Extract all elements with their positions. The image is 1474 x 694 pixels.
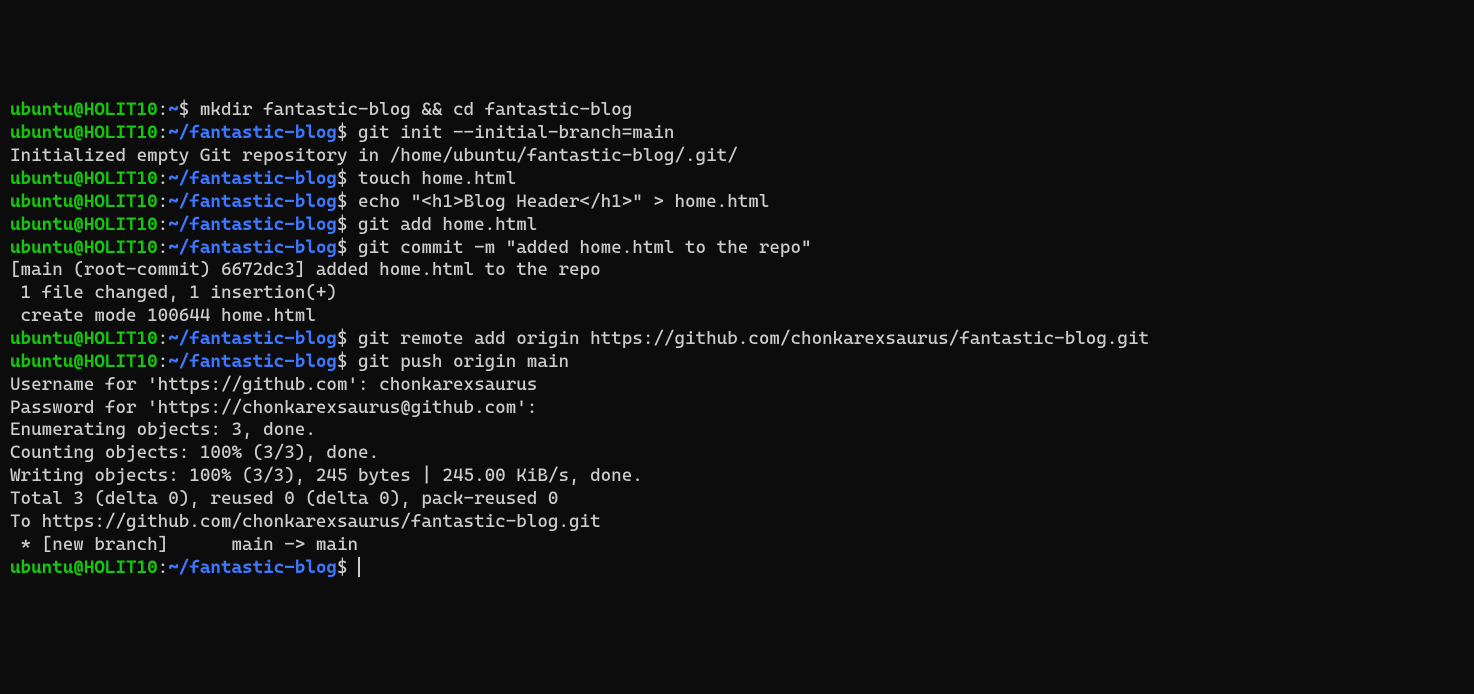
terminal-line: ubuntu@HOLIT10:~/fantastic-blog$ touch h… [10, 168, 1464, 191]
output-line: Initialized empty Git repository in /hom… [10, 145, 1464, 168]
prompt-path: ~/fantastic-blog [168, 328, 337, 349]
prompt-at: @ [73, 557, 84, 578]
command-text: git commit -m "added home.html to the re… [348, 237, 812, 258]
prompt-dollar: $ [179, 99, 190, 120]
prompt-dollar: $ [337, 557, 348, 578]
prompt-path: ~/fantastic-blog [168, 237, 337, 258]
output-line: Writing objects: 100% (3/3), 245 bytes |… [10, 465, 1464, 488]
output-line: Password for 'https://chonkarexsaurus@gi… [10, 397, 1464, 420]
prompt-path: ~/fantastic-blog [168, 168, 337, 189]
prompt-colon: : [158, 191, 169, 212]
prompt-colon: : [158, 168, 169, 189]
prompt-path: ~/fantastic-blog [168, 191, 337, 212]
prompt-path: ~ [168, 99, 179, 120]
prompt-colon: : [158, 214, 169, 235]
prompt-host: HOLIT10 [84, 351, 158, 372]
prompt-host: HOLIT10 [84, 99, 158, 120]
command-text: git push origin main [348, 351, 569, 372]
prompt-at: @ [73, 351, 84, 372]
command-text: git remote add origin https://github.com… [348, 328, 1150, 349]
prompt-host: HOLIT10 [84, 328, 158, 349]
output-line: [main (root-commit) 6672dc3] added home.… [10, 259, 1464, 282]
prompt-colon: : [158, 351, 169, 372]
prompt-colon: : [158, 557, 169, 578]
terminal-line: ubuntu@HOLIT10:~/fantastic-blog$ git rem… [10, 328, 1464, 351]
prompt-dollar: $ [337, 237, 348, 258]
command-text: git init --initial-branch=main [348, 122, 675, 143]
output-line: Counting objects: 100% (3/3), done. [10, 442, 1464, 465]
prompt-user: ubuntu [10, 168, 73, 189]
prompt-host: HOLIT10 [84, 191, 158, 212]
command-text: echo "<h1>Blog Header</h1>" > home.html [348, 191, 770, 212]
prompt-at: @ [73, 122, 84, 143]
prompt-user: ubuntu [10, 214, 73, 235]
cursor-icon [358, 557, 360, 577]
prompt-host: HOLIT10 [84, 557, 158, 578]
prompt-user: ubuntu [10, 557, 73, 578]
prompt-user: ubuntu [10, 191, 73, 212]
terminal-line: ubuntu@HOLIT10:~/fantastic-blog$ git com… [10, 237, 1464, 260]
prompt-dollar: $ [337, 122, 348, 143]
command-text: touch home.html [348, 168, 517, 189]
output-line: Username for 'https://github.com': chonk… [10, 374, 1464, 397]
prompt-path: ~/fantastic-blog [168, 214, 337, 235]
prompt-at: @ [73, 191, 84, 212]
output-line: create mode 100644 home.html [10, 305, 1464, 328]
prompt-user: ubuntu [10, 237, 73, 258]
prompt-colon: : [158, 99, 169, 120]
output-line: Total 3 (delta 0), reused 0 (delta 0), p… [10, 488, 1464, 511]
prompt-dollar: $ [337, 168, 348, 189]
prompt-host: HOLIT10 [84, 122, 158, 143]
output-line: Enumerating objects: 3, done. [10, 419, 1464, 442]
prompt-user: ubuntu [10, 351, 73, 372]
prompt-colon: : [158, 237, 169, 258]
prompt-user: ubuntu [10, 122, 73, 143]
terminal-line: ubuntu@HOLIT10:~/fantastic-blog$ git ini… [10, 122, 1464, 145]
terminal-line: ubuntu@HOLIT10:~/fantastic-blog$ echo "<… [10, 191, 1464, 214]
output-line: To https://github.com/chonkarexsaurus/fa… [10, 511, 1464, 534]
terminal-line: ubuntu@HOLIT10:~/fantastic-blog$ git add… [10, 214, 1464, 237]
command-text: mkdir fantastic-blog && cd fantastic-blo… [189, 99, 632, 120]
prompt-at: @ [73, 237, 84, 258]
output-line: 1 file changed, 1 insertion(+) [10, 282, 1464, 305]
prompt-path: ~/fantastic-blog [168, 122, 337, 143]
output-line: * [new branch] main -> main [10, 534, 1464, 557]
prompt-dollar: $ [337, 191, 348, 212]
prompt-at: @ [73, 214, 84, 235]
terminal-window[interactable]: ubuntu@HOLIT10:~$ mkdir fantastic-blog &… [10, 99, 1464, 579]
prompt-dollar: $ [337, 328, 348, 349]
prompt-dollar: $ [337, 351, 348, 372]
prompt-path: ~/fantastic-blog [168, 351, 337, 372]
prompt-at: @ [73, 168, 84, 189]
prompt-path: ~/fantastic-blog [168, 557, 337, 578]
terminal-line: ubuntu@HOLIT10:~/fantastic-blog$ git pus… [10, 351, 1464, 374]
prompt-colon: : [158, 328, 169, 349]
prompt-at: @ [73, 328, 84, 349]
prompt-colon: : [158, 122, 169, 143]
prompt-user: ubuntu [10, 99, 73, 120]
prompt-host: HOLIT10 [84, 237, 158, 258]
terminal-line-current[interactable]: ubuntu@HOLIT10:~/fantastic-blog$ [10, 557, 1464, 580]
prompt-dollar: $ [337, 214, 348, 235]
prompt-host: HOLIT10 [84, 214, 158, 235]
command-text: git add home.html [348, 214, 538, 235]
prompt-host: HOLIT10 [84, 168, 158, 189]
command-text [348, 557, 359, 578]
prompt-user: ubuntu [10, 328, 73, 349]
terminal-line: ubuntu@HOLIT10:~$ mkdir fantastic-blog &… [10, 99, 1464, 122]
prompt-at: @ [73, 99, 84, 120]
